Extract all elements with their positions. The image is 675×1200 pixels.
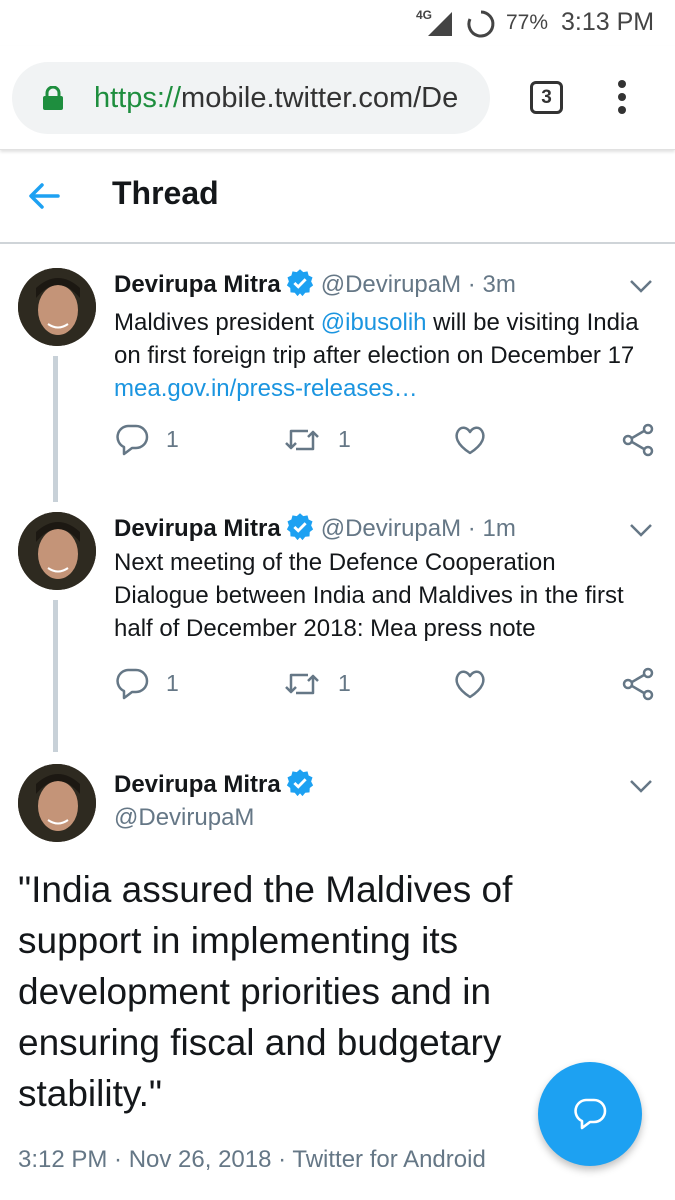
retweet-icon	[285, 673, 319, 695]
tweet-timestamp: 3:12 PM · Nov 26, 2018 · Twitter for And…	[18, 1146, 486, 1173]
battery-level: 77%	[506, 11, 549, 34]
chevron-down-icon[interactable]	[628, 520, 654, 540]
separator: ·	[467, 515, 476, 542]
thread-connector	[53, 356, 58, 502]
reply-count: 1	[166, 670, 179, 696]
author-handle-line: @DevirupaM	[114, 804, 254, 832]
retweet-button[interactable]: 1	[282, 666, 362, 706]
tweet-2[interactable]: Devirupa Mitra @DevirupaM · 1m Next meeti…	[0, 488, 675, 754]
chevron-down-icon[interactable]	[628, 776, 654, 796]
reply-count: 1	[166, 426, 179, 452]
like-icon	[455, 426, 485, 455]
tweet-header: Devirupa Mitra	[114, 768, 321, 799]
external-link[interactable]: mea.gov.in/press-releases…	[114, 375, 418, 402]
share-button[interactable]	[620, 422, 660, 462]
url-host-path: mobile.twitter.com/De	[181, 82, 459, 114]
tweet-header: Devirupa Mitra @DevirupaM · 3m	[114, 268, 516, 299]
share-icon	[622, 667, 654, 701]
overflow-menu-icon[interactable]	[608, 80, 636, 118]
lock-icon[interactable]	[42, 85, 64, 110]
like-button[interactable]	[452, 666, 492, 706]
browser-toolbar: https://mobile.twitter.com/De 3	[0, 46, 675, 150]
verified-badge-icon	[286, 269, 313, 297]
author-name[interactable]: Devirupa Mitra	[114, 515, 281, 542]
tweet-time[interactable]: 3m	[482, 271, 515, 298]
avatar[interactable]	[18, 764, 96, 842]
tweet-actions: 1 1	[114, 666, 659, 706]
compose-reply-button[interactable]	[538, 1062, 642, 1166]
reply-icon	[116, 668, 149, 700]
thread-connector	[53, 600, 58, 752]
status-bar: 4G 77% 3:13 PM	[0, 0, 675, 46]
compose-reply-icon	[574, 1098, 607, 1130]
reply-button[interactable]: 1	[114, 422, 194, 462]
share-icon	[622, 423, 654, 457]
url-text[interactable]: https://mobile.twitter.com/De	[94, 82, 484, 115]
url-scheme: https://	[94, 82, 182, 114]
clock: 3:13 PM	[561, 8, 655, 36]
tweet-actions: 1 1	[114, 422, 659, 462]
page-title: Thread	[112, 175, 219, 211]
verified-badge-icon	[286, 513, 313, 541]
like-icon	[455, 670, 485, 699]
like-button[interactable]	[452, 422, 492, 462]
focused-tweet-text: "India assured the Maldives of support i…	[18, 869, 513, 1114]
retweet-icon	[285, 429, 319, 451]
separator: ·	[467, 271, 476, 298]
tweet-text-part: Maldives president	[114, 309, 321, 336]
reply-icon	[116, 424, 149, 456]
avatar[interactable]	[18, 268, 96, 346]
reply-button[interactable]: 1	[114, 666, 194, 706]
author-name[interactable]: Devirupa Mitra	[114, 271, 281, 298]
author-handle[interactable]: @DevirupaM	[321, 271, 461, 298]
sync-icon	[466, 9, 496, 39]
tweet-text: Maldives president @ibusolih will be vis…	[114, 306, 644, 405]
network-signal-icon: 4G	[416, 8, 454, 38]
author-handle[interactable]: @DevirupaM	[321, 515, 461, 542]
avatar[interactable]	[18, 512, 96, 590]
tweet-time[interactable]: 1m	[482, 515, 515, 542]
back-arrow-icon[interactable]	[24, 178, 64, 214]
mention-link[interactable]: @ibusolih	[321, 309, 427, 336]
tweet-text: Next meeting of the Defence Cooperation …	[114, 549, 624, 642]
author-name[interactable]: Devirupa Mitra	[114, 771, 281, 798]
url-bar[interactable]: https://mobile.twitter.com/De	[12, 62, 490, 134]
retweet-count: 1	[338, 426, 351, 452]
tweet-1[interactable]: Devirupa Mitra @DevirupaM · 3m Maldives p…	[0, 244, 675, 504]
thread-header: Thread	[0, 150, 675, 244]
chevron-down-icon[interactable]	[628, 276, 654, 296]
author-handle[interactable]: @DevirupaM	[114, 804, 254, 831]
verified-badge-icon	[286, 769, 313, 797]
tab-switcher-button[interactable]: 3	[530, 81, 563, 114]
retweet-count: 1	[338, 670, 351, 696]
retweet-button[interactable]: 1	[282, 422, 362, 462]
tweet-header: Devirupa Mitra @DevirupaM · 1m	[114, 512, 516, 543]
share-button[interactable]	[620, 666, 660, 706]
